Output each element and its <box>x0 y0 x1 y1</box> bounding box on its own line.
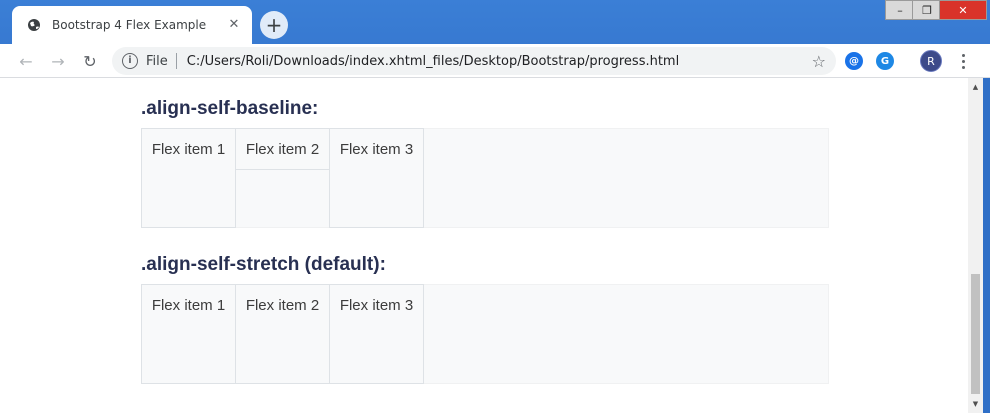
vertical-scrollbar[interactable]: ▲ ▼ <box>968 78 983 413</box>
flex-container-baseline: Flex item 1 Flex item 2 Flex item 3 <box>141 128 829 228</box>
flex-item: Flex item 2 <box>235 284 330 384</box>
scroll-down-arrow-icon[interactable]: ▼ <box>968 397 983 411</box>
browser-menu-icon[interactable] <box>955 50 971 72</box>
scroll-up-arrow-icon[interactable]: ▲ <box>968 80 983 94</box>
section-heading-baseline: .align-self-baseline: <box>141 98 319 119</box>
extension-at-icon[interactable]: @ <box>845 52 863 70</box>
flex-container-stretch: Flex item 1 Flex item 2 Flex item 3 <box>141 284 829 384</box>
browser-window: Bootstrap 4 Flex Example ✕ + – ❐ ✕ ← → ↻… <box>0 0 990 413</box>
close-tab-icon[interactable]: ✕ <box>226 17 242 33</box>
tab-bootstrap-flex[interactable]: Bootstrap 4 Flex Example ✕ <box>12 6 252 44</box>
globe-icon <box>26 17 42 33</box>
close-window-button[interactable]: ✕ <box>939 0 987 20</box>
reload-button[interactable]: ↻ <box>78 49 102 73</box>
page-viewport: .align-self-baseline: Flex item 1 Flex i… <box>0 78 990 413</box>
tab-strip: Bootstrap 4 Flex Example ✕ + – ❐ ✕ <box>0 0 990 44</box>
profile-avatar[interactable]: R <box>920 50 942 72</box>
flex-item: Flex item 1 <box>141 284 236 384</box>
forward-button[interactable]: → <box>46 49 70 73</box>
bookmark-star-icon[interactable]: ☆ <box>812 52 826 71</box>
flex-item: Flex item 1 <box>141 128 236 228</box>
maximize-button[interactable]: ❐ <box>912 0 942 20</box>
info-icon[interactable]: i <box>122 53 138 69</box>
flex-item: Flex item 3 <box>329 128 424 228</box>
window-right-edge <box>983 78 990 413</box>
flex-item: Flex item 2 <box>235 128 330 170</box>
minimize-button[interactable]: – <box>885 0 915 20</box>
url-text[interactable]: C:/Users/Roli/Downloads/index.xhtml_file… <box>187 54 812 69</box>
flex-item: Flex item 3 <box>329 284 424 384</box>
scheme-label: File <box>146 53 168 69</box>
section-heading-stretch: .align-self-stretch (default): <box>141 254 386 275</box>
extension-grammarly-icon[interactable]: G <box>876 52 894 70</box>
tab-title: Bootstrap 4 Flex Example <box>52 18 207 32</box>
browser-toolbar: ← → ↻ i File C:/Users/Roli/Downloads/ind… <box>0 44 990 78</box>
address-bar[interactable]: i File C:/Users/Roli/Downloads/index.xht… <box>112 47 836 75</box>
scrollbar-thumb[interactable] <box>971 274 980 394</box>
address-separator <box>175 53 177 69</box>
back-button[interactable]: ← <box>14 49 38 73</box>
new-tab-button[interactable]: + <box>260 11 288 39</box>
